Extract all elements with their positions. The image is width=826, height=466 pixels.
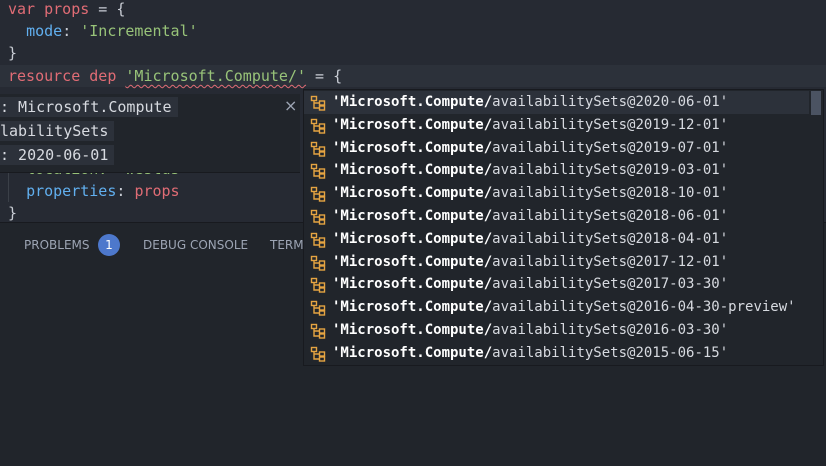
- hover-tooltip: : Microsoft.Compute labilitySets : 2020-…: [0, 94, 300, 173]
- suggestion-label: 'Microsoft.Compute/availabilitySets@2019…: [332, 114, 804, 137]
- closing-brace: }: [8, 44, 18, 62]
- suggestion-item[interactable]: 'Microsoft.Compute/availabilitySets@2019…: [304, 159, 809, 182]
- suggestion-match-prefix: 'Microsoft.Compute/: [332, 344, 493, 361]
- resource-type-icon: [310, 278, 326, 294]
- close-icon[interactable]: ×: [284, 96, 297, 115]
- suggestion-item[interactable]: 'Microsoft.Compute/availabilitySets@2018…: [304, 182, 809, 205]
- suggestion-match-prefix: 'Microsoft.Compute/: [332, 208, 493, 224]
- suggestion-widget[interactable]: 'Microsoft.Compute/availabilitySets@2020…: [303, 89, 824, 366]
- suggestion-rest: availabilitySets@2019-12-01': [492, 116, 729, 133]
- resource-type-icon: [310, 95, 326, 111]
- hover-namespace: : Microsoft.Compute: [0, 97, 178, 117]
- keyword-resource: resource: [8, 67, 81, 85]
- suggestion-label: 'Microsoft.Compute/availabilitySets@2018…: [332, 205, 804, 228]
- suggestion-match-prefix: 'Microsoft.Compute/: [332, 116, 493, 133]
- suggestion-rest: availabilitySets@2018-10-01': [492, 185, 729, 202]
- suggestion-label: 'Microsoft.Compute/availabilitySets@2017…: [332, 273, 804, 296]
- suggestion-label: 'Microsoft.Compute/availabilitySets@2016…: [332, 296, 804, 319]
- tab-problems[interactable]: PROBLEMS: [24, 236, 90, 254]
- suggestion-label: 'Microsoft.Compute/availabilitySets@2015…: [332, 342, 804, 365]
- suggestion-label: 'Microsoft.Compute/availabilitySets@2018…: [332, 228, 804, 251]
- suggestion-rest: availabilitySets@2018-06-01': [492, 208, 729, 224]
- suggestion-item[interactable]: 'Microsoft.Compute/availabilitySets@2018…: [304, 228, 809, 251]
- tab-debug-console[interactable]: DEBUG CONSOLE: [143, 236, 248, 254]
- suggestion-rest: availabilitySets@2018-04-01': [492, 230, 729, 247]
- suggestion-match-prefix: 'Microsoft.Compute/: [332, 139, 493, 156]
- suggestion-match-prefix: 'Microsoft.Compute/: [332, 322, 493, 338]
- resource-type-icon: [310, 118, 326, 134]
- code-line-properties: properties: props: [8, 180, 180, 202]
- code-line-4: resource dep 'Microsoft.Compute/' = {: [0, 65, 826, 87]
- suggestion-rest: availabilitySets@2017-03-30': [492, 276, 729, 293]
- resource-type-icon: [310, 141, 326, 157]
- property-mode: mode: [26, 22, 63, 40]
- suggestion-label: 'Microsoft.Compute/availabilitySets@2016…: [332, 319, 804, 342]
- suggestion-match-prefix: 'Microsoft.Compute/: [332, 276, 493, 293]
- suggestion-rest: availabilitySets@2016-04-30-preview': [492, 299, 796, 316]
- indent-guide: [8, 172, 9, 202]
- suggestion-rest: availabilitySets@2015-06-15': [492, 344, 729, 361]
- operator: = {: [89, 0, 126, 18]
- hover-api-version: : 2020-06-01: [0, 145, 115, 165]
- hover-resource-type: labilitySets: [0, 121, 115, 141]
- property-properties: properties: [26, 182, 117, 200]
- suggestion-item[interactable]: 'Microsoft.Compute/availabilitySets@2017…: [304, 273, 809, 296]
- suggestion-rest: availabilitySets@2019-03-01': [492, 162, 729, 179]
- problems-count-badge: 1: [98, 234, 120, 256]
- closing-brace: }: [8, 204, 18, 222]
- suggestion-match-prefix: 'Microsoft.Compute/: [332, 230, 493, 247]
- suggestion-match-prefix: 'Microsoft.Compute/: [332, 185, 493, 202]
- colon: :: [62, 22, 81, 40]
- suggestion-label: 'Microsoft.Compute/availabilitySets@2019…: [332, 159, 804, 182]
- suggestion-item[interactable]: 'Microsoft.Compute/availabilitySets@2015…: [304, 342, 809, 365]
- resource-type-icon: [310, 232, 326, 248]
- suggestion-item[interactable]: 'Microsoft.Compute/availabilitySets@2016…: [304, 296, 809, 319]
- suggestion-item[interactable]: 'Microsoft.Compute/availabilitySets@2020…: [304, 91, 809, 114]
- code-line-1: var props = {: [8, 0, 125, 20]
- suggestion-item[interactable]: 'Microsoft.Compute/availabilitySets@2019…: [304, 137, 809, 160]
- suggestion-match-prefix: 'Microsoft.Compute/: [332, 94, 493, 110]
- code-line-close: }: [8, 202, 17, 224]
- resource-type-icon: [310, 323, 326, 339]
- suggestion-match-prefix: 'Microsoft.Compute/: [332, 299, 493, 316]
- suggestion-rest: availabilitySets@2019-07-01': [492, 139, 729, 156]
- suggestion-item[interactable]: 'Microsoft.Compute/availabilitySets@2019…: [304, 114, 809, 137]
- suggestion-label: 'Microsoft.Compute/availabilitySets@2017…: [332, 251, 804, 274]
- suggestion-item[interactable]: 'Microsoft.Compute/availabilitySets@2016…: [304, 319, 809, 342]
- identifier-props: props: [44, 0, 90, 18]
- resource-type-icon: [310, 346, 326, 362]
- suggestion-label: 'Microsoft.Compute/availabilitySets@2020…: [332, 91, 804, 114]
- code-line-3: }: [8, 42, 17, 64]
- resource-type-icon: [310, 164, 326, 180]
- suggestion-rest: availabilitySets@2016-03-30': [492, 322, 729, 338]
- string-incremental: 'Incremental': [80, 22, 198, 40]
- suggestion-label: 'Microsoft.Compute/availabilitySets@2019…: [332, 137, 804, 160]
- resource-type-icon: [310, 255, 326, 271]
- resource-type-icon: [310, 300, 326, 316]
- suggestion-item[interactable]: 'Microsoft.Compute/availabilitySets@2018…: [304, 205, 809, 228]
- resource-type-icon: [310, 209, 326, 225]
- colon: :: [116, 182, 135, 200]
- suggestion-match-prefix: 'Microsoft.Compute/: [332, 253, 493, 270]
- suggestion-item[interactable]: 'Microsoft.Compute/availabilitySets@2017…: [304, 251, 809, 274]
- suggestion-label: 'Microsoft.Compute/availabilitySets@2018…: [332, 182, 804, 205]
- scrollbar[interactable]: [811, 91, 821, 115]
- keyword-var: var: [8, 0, 36, 18]
- suggestion-rest: availabilitySets@2017-12-01': [492, 253, 729, 270]
- code-line-2: mode: 'Incremental': [8, 20, 198, 42]
- identifier-dep: dep: [89, 67, 117, 85]
- resource-type-icon: [310, 186, 326, 202]
- operator: = {: [306, 67, 343, 85]
- identifier-props-ref: props: [134, 182, 180, 200]
- resource-type-string[interactable]: 'Microsoft.Compute/': [125, 67, 306, 85]
- suggestion-match-prefix: 'Microsoft.Compute/: [332, 162, 493, 179]
- suggestion-rest: availabilitySets@2020-06-01': [492, 94, 729, 110]
